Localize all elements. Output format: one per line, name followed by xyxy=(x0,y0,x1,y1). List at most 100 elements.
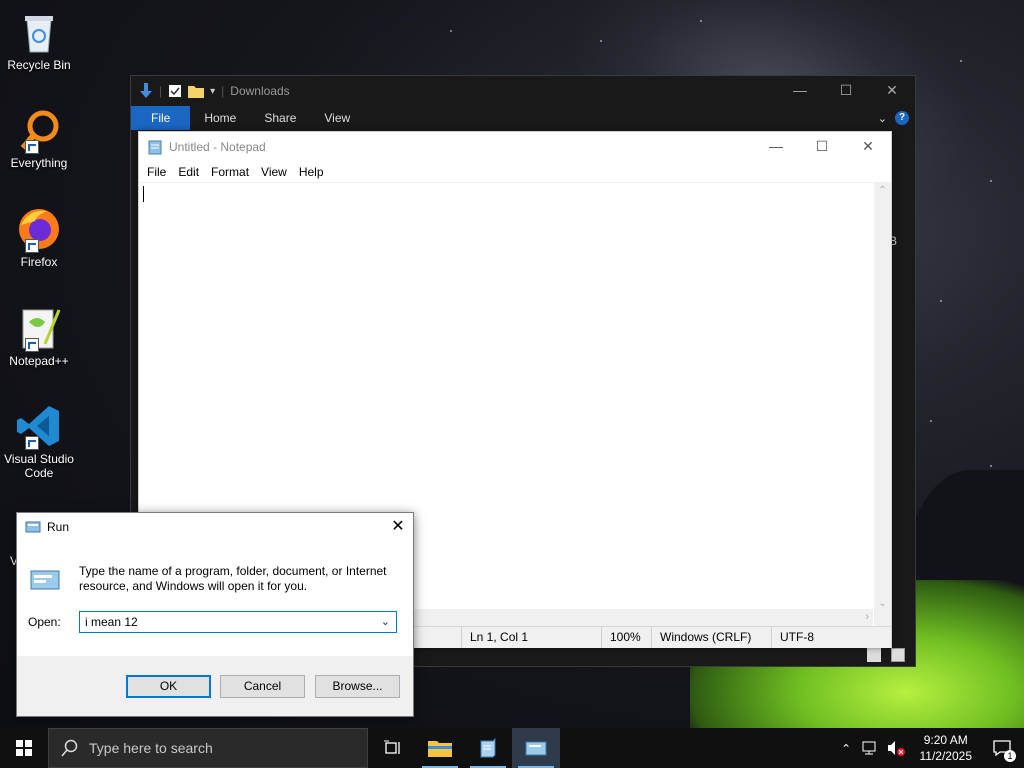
notepad-menubar: File Edit Format View Help xyxy=(139,162,891,183)
notepad-plus-plus-icon xyxy=(15,304,63,352)
help-icon[interactable]: ? xyxy=(895,111,909,125)
menu-view[interactable]: View xyxy=(255,165,293,179)
run-title: Run xyxy=(47,520,70,534)
run-program-icon xyxy=(30,570,60,590)
desktop-icon-firefox[interactable]: Firefox xyxy=(2,205,76,269)
ribbon-expand-chevron-icon[interactable]: ⌄ xyxy=(878,112,887,125)
explorer-minimize-icon[interactable]: — xyxy=(777,76,823,106)
star xyxy=(700,20,702,22)
scroll-down-icon[interactable]: ⌄ xyxy=(874,598,891,609)
scroll-right-icon[interactable]: › xyxy=(865,609,869,626)
firefox-icon xyxy=(15,205,63,253)
status-zoom: 100% xyxy=(601,627,651,648)
run-body: Type the name of a program, folder, docu… xyxy=(17,541,413,656)
taskbar-search-box[interactable]: Type here to search xyxy=(48,728,368,768)
shortcut-arrow-icon xyxy=(25,239,39,253)
clock-time: 9:20 AM xyxy=(923,733,968,747)
desktop-icon-label: Visual Studio Code xyxy=(4,452,74,480)
run-command-combobox[interactable]: ⌄ xyxy=(79,611,397,633)
system-tray: ⌄ 9:20 AM 11/2/2025 1 xyxy=(841,728,1024,768)
task-view-icon xyxy=(384,740,400,754)
recycle-bin-icon xyxy=(15,8,63,56)
ok-button[interactable]: OK xyxy=(126,675,211,698)
start-button[interactable] xyxy=(0,728,48,768)
star xyxy=(960,60,962,62)
vscode-icon xyxy=(15,402,63,450)
desktop-icon-label: Everything xyxy=(10,156,68,170)
tab-share[interactable]: Share xyxy=(250,106,310,130)
scrollbar-corner xyxy=(874,609,891,626)
clock-date: 11/2/2025 xyxy=(919,749,973,763)
star xyxy=(990,180,992,182)
star xyxy=(940,300,942,302)
desktop-icon-label: Firefox xyxy=(20,255,58,269)
desktop-icon-recycle-bin[interactable]: Recycle Bin xyxy=(2,8,76,72)
taskbar: Type here to search ⌄ 9:20 AM 11/2/2025 … xyxy=(0,728,1024,768)
status-encoding: UTF-8 xyxy=(771,627,891,648)
menu-edit[interactable]: Edit xyxy=(172,165,205,179)
run-app-icon xyxy=(25,521,41,533)
volume-muted-icon[interactable] xyxy=(886,740,906,756)
desktop-icon-label: Notepad++ xyxy=(9,354,69,368)
run-dialog[interactable]: Run ✕ Type the name of a program, folder… xyxy=(16,512,414,717)
taskbar-notepad[interactable] xyxy=(464,728,512,768)
explorer-maximize-icon[interactable]: ☐ xyxy=(823,76,869,106)
run-description: Type the name of a program, folder, docu… xyxy=(79,564,387,593)
status-line-ending: Windows (CRLF) xyxy=(651,627,771,648)
explorer-titlebar[interactable]: | ▾ | Downloads — ☐ ✕ xyxy=(131,76,915,106)
explorer-ribbon-tabs: File Home Share View ⌄ ? xyxy=(131,106,915,130)
run-close-icon[interactable]: ✕ xyxy=(383,513,413,541)
tab-view[interactable]: View xyxy=(310,106,364,130)
taskbar-clock[interactable]: 9:20 AM 11/2/2025 xyxy=(912,732,981,764)
star xyxy=(600,40,602,42)
desktop-icon-vscode[interactable]: Visual Studio Code xyxy=(2,402,76,480)
notepad-title: Untitled - Notepad xyxy=(169,140,266,154)
new-folder-icon[interactable] xyxy=(188,84,205,98)
run-open-label: Open: xyxy=(28,615,61,629)
taskbar-run[interactable] xyxy=(512,728,560,768)
network-icon[interactable] xyxy=(862,741,880,755)
notepad-taskbar-icon xyxy=(480,737,496,758)
star xyxy=(450,30,452,32)
menu-format[interactable]: Format xyxy=(205,165,255,179)
browse-button[interactable]: Browse... xyxy=(315,675,400,698)
combobox-dropdown-icon[interactable]: ⌄ xyxy=(381,615,390,628)
download-arrow-icon xyxy=(140,83,152,98)
notification-count-badge: 1 xyxy=(1004,750,1016,762)
star xyxy=(930,420,932,422)
vertical-scrollbar[interactable]: ⌃ ⌄ xyxy=(874,183,891,609)
search-placeholder: Type here to search xyxy=(89,740,213,756)
action-center-button[interactable]: 1 xyxy=(980,728,1024,768)
notepad-titlebar[interactable]: Untitled - Notepad — ☐ ✕ xyxy=(139,132,891,162)
menu-file[interactable]: File xyxy=(141,165,172,179)
desktop-icon-everything[interactable]: Everything xyxy=(2,106,76,170)
large-icons-view-icon[interactable] xyxy=(891,648,905,662)
everything-search-icon xyxy=(15,106,63,154)
notepad-app-icon xyxy=(148,140,162,155)
show-hidden-icons-chevron-icon[interactable]: ⌄ xyxy=(841,741,851,755)
quick-access-dropdown-icon[interactable]: ▾ xyxy=(210,86,215,97)
shortcut-arrow-icon xyxy=(25,140,39,154)
windows-logo-icon xyxy=(16,740,32,756)
menu-help[interactable]: Help xyxy=(293,165,330,179)
run-command-input[interactable] xyxy=(80,614,377,630)
tab-file[interactable]: File xyxy=(131,106,191,130)
notepad-maximize-icon[interactable]: ☐ xyxy=(799,132,845,162)
properties-check-icon[interactable] xyxy=(168,84,182,98)
run-titlebar[interactable]: Run ✕ xyxy=(17,513,413,541)
star xyxy=(990,465,992,467)
notepad-close-icon[interactable]: ✕ xyxy=(845,132,891,162)
tab-home[interactable]: Home xyxy=(190,106,250,130)
details-view-icon[interactable] xyxy=(867,648,881,662)
desktop-icon-label: Recycle Bin xyxy=(7,58,71,72)
status-cursor-position: Ln 1, Col 1 xyxy=(461,627,601,648)
taskbar-file-explorer[interactable] xyxy=(416,728,464,768)
shortcut-arrow-icon xyxy=(25,436,39,450)
explorer-close-icon[interactable]: ✕ xyxy=(869,76,915,106)
desktop-icon-notepad-plus-plus[interactable]: Notepad++ xyxy=(2,304,76,368)
scroll-up-icon[interactable]: ⌃ xyxy=(874,183,891,199)
cancel-button[interactable]: Cancel xyxy=(220,675,305,698)
task-view-button[interactable] xyxy=(368,728,416,768)
search-icon xyxy=(61,739,78,757)
notepad-minimize-icon[interactable]: — xyxy=(753,132,799,162)
